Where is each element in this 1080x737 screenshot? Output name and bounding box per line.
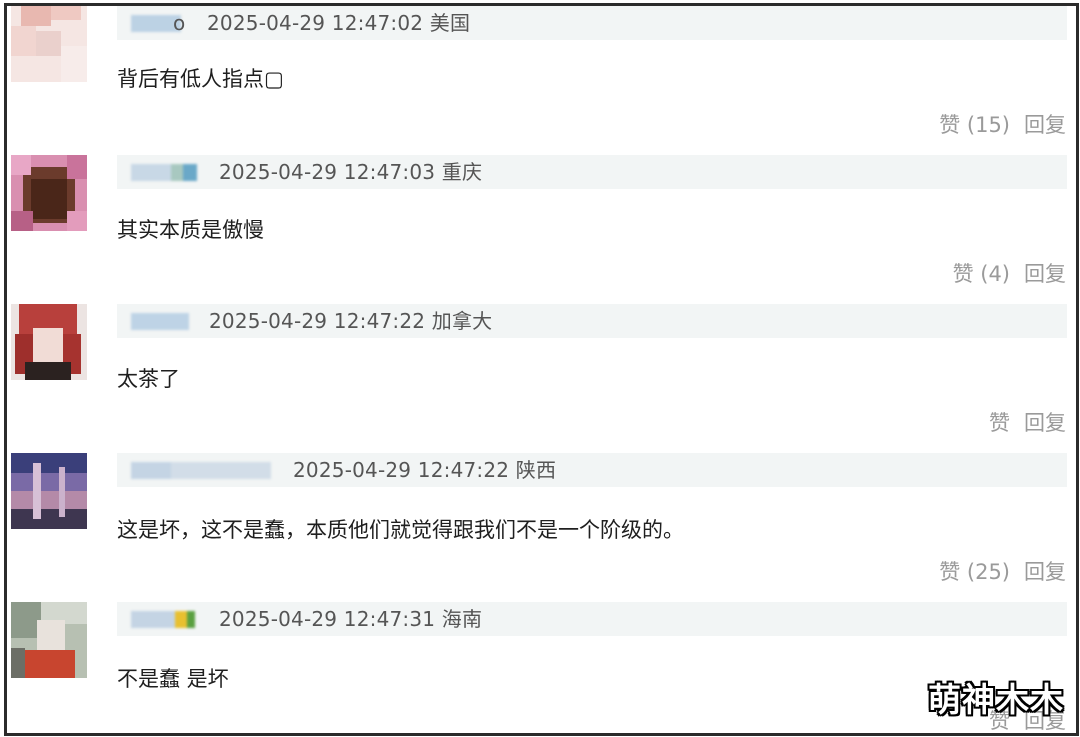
comment-actions: 赞 (25) 回复 bbox=[939, 557, 1066, 587]
comment-text: 太茶了 bbox=[117, 367, 180, 391]
username[interactable] bbox=[131, 164, 197, 181]
reply-button[interactable]: 回复 bbox=[1024, 411, 1066, 435]
comment-text: 不是蠢 是坏 bbox=[117, 667, 229, 691]
avatar[interactable] bbox=[11, 304, 87, 380]
like-label: 赞 bbox=[952, 262, 974, 286]
comment-actions: 赞 (15) 回复 bbox=[939, 110, 1066, 140]
watermark: 萌神木木 bbox=[928, 680, 1064, 719]
comment-item: 2025-04-29 12:47:22 陕西 这是坏，这不是蠢，本质他们就觉得跟… bbox=[7, 453, 1076, 603]
comment-time-location: 2025-04-29 12:47:22 加拿大 bbox=[209, 309, 493, 333]
comment-item: o 2025-04-29 12:47:02 美国 背后有低人指点▢ 赞 (15)… bbox=[7, 6, 1076, 156]
comment-time-location: 2025-04-29 12:47:02 美国 bbox=[207, 11, 471, 35]
avatar[interactable] bbox=[11, 6, 87, 82]
comment-item: 2025-04-29 12:47:03 重庆 其实本质是傲慢 赞 (4) 回复 bbox=[7, 155, 1076, 305]
like-label: 赞 bbox=[939, 113, 961, 137]
like-button[interactable]: 赞 (15) bbox=[939, 113, 1010, 137]
comment-text: 这是坏，这不是蠢，本质他们就觉得跟我们不是一个阶级的。 bbox=[117, 518, 684, 542]
avatar[interactable] bbox=[11, 453, 87, 529]
like-button[interactable]: 赞 (25) bbox=[939, 560, 1010, 584]
comment-text: 其实本质是傲慢 bbox=[117, 218, 264, 242]
comment-time-location: 2025-04-29 12:47:22 陕西 bbox=[293, 458, 557, 482]
comment-header: 2025-04-29 12:47:22 陕西 bbox=[117, 453, 1067, 487]
avatar[interactable] bbox=[11, 155, 87, 231]
comment-time-location: 2025-04-29 12:47:31 海南 bbox=[219, 607, 483, 631]
comment-header: o 2025-04-29 12:47:02 美国 bbox=[117, 6, 1067, 40]
comment-header: 2025-04-29 12:47:31 海南 bbox=[117, 602, 1067, 636]
reply-button[interactable]: 回复 bbox=[1024, 113, 1066, 137]
like-count: (15) bbox=[966, 113, 1010, 137]
comment-actions: 赞 (4) 回复 bbox=[953, 259, 1066, 289]
reply-button[interactable]: 回复 bbox=[1024, 560, 1066, 584]
username-tail: o bbox=[173, 11, 186, 35]
like-button[interactable]: 赞 (4) bbox=[953, 262, 1010, 286]
comment-header: 2025-04-29 12:47:22 加拿大 bbox=[117, 304, 1067, 338]
like-label: 赞 bbox=[939, 560, 961, 584]
like-label: 赞 bbox=[989, 411, 1010, 435]
avatar[interactable] bbox=[11, 602, 87, 678]
like-count: (4) bbox=[980, 262, 1010, 286]
comment-actions: 赞回复 bbox=[989, 408, 1066, 438]
like-count: (25) bbox=[966, 560, 1010, 584]
comment-time-location: 2025-04-29 12:47:03 重庆 bbox=[219, 160, 483, 184]
comment-text: 背后有低人指点▢ bbox=[117, 67, 284, 91]
username[interactable] bbox=[131, 313, 189, 330]
username[interactable] bbox=[131, 611, 195, 628]
comment-item: 2025-04-29 12:47:22 加拿大 太茶了 赞回复 bbox=[7, 304, 1076, 454]
comment-header: 2025-04-29 12:47:03 重庆 bbox=[117, 155, 1067, 189]
like-button[interactable]: 赞 bbox=[989, 411, 1010, 435]
username[interactable] bbox=[131, 462, 271, 479]
comment-list: o 2025-04-29 12:47:02 美国 背后有低人指点▢ 赞 (15)… bbox=[4, 3, 1079, 736]
comment-item: 2025-04-29 12:47:31 海南 不是蠢 是坏 赞回复 bbox=[7, 602, 1076, 733]
reply-button[interactable]: 回复 bbox=[1024, 262, 1066, 286]
